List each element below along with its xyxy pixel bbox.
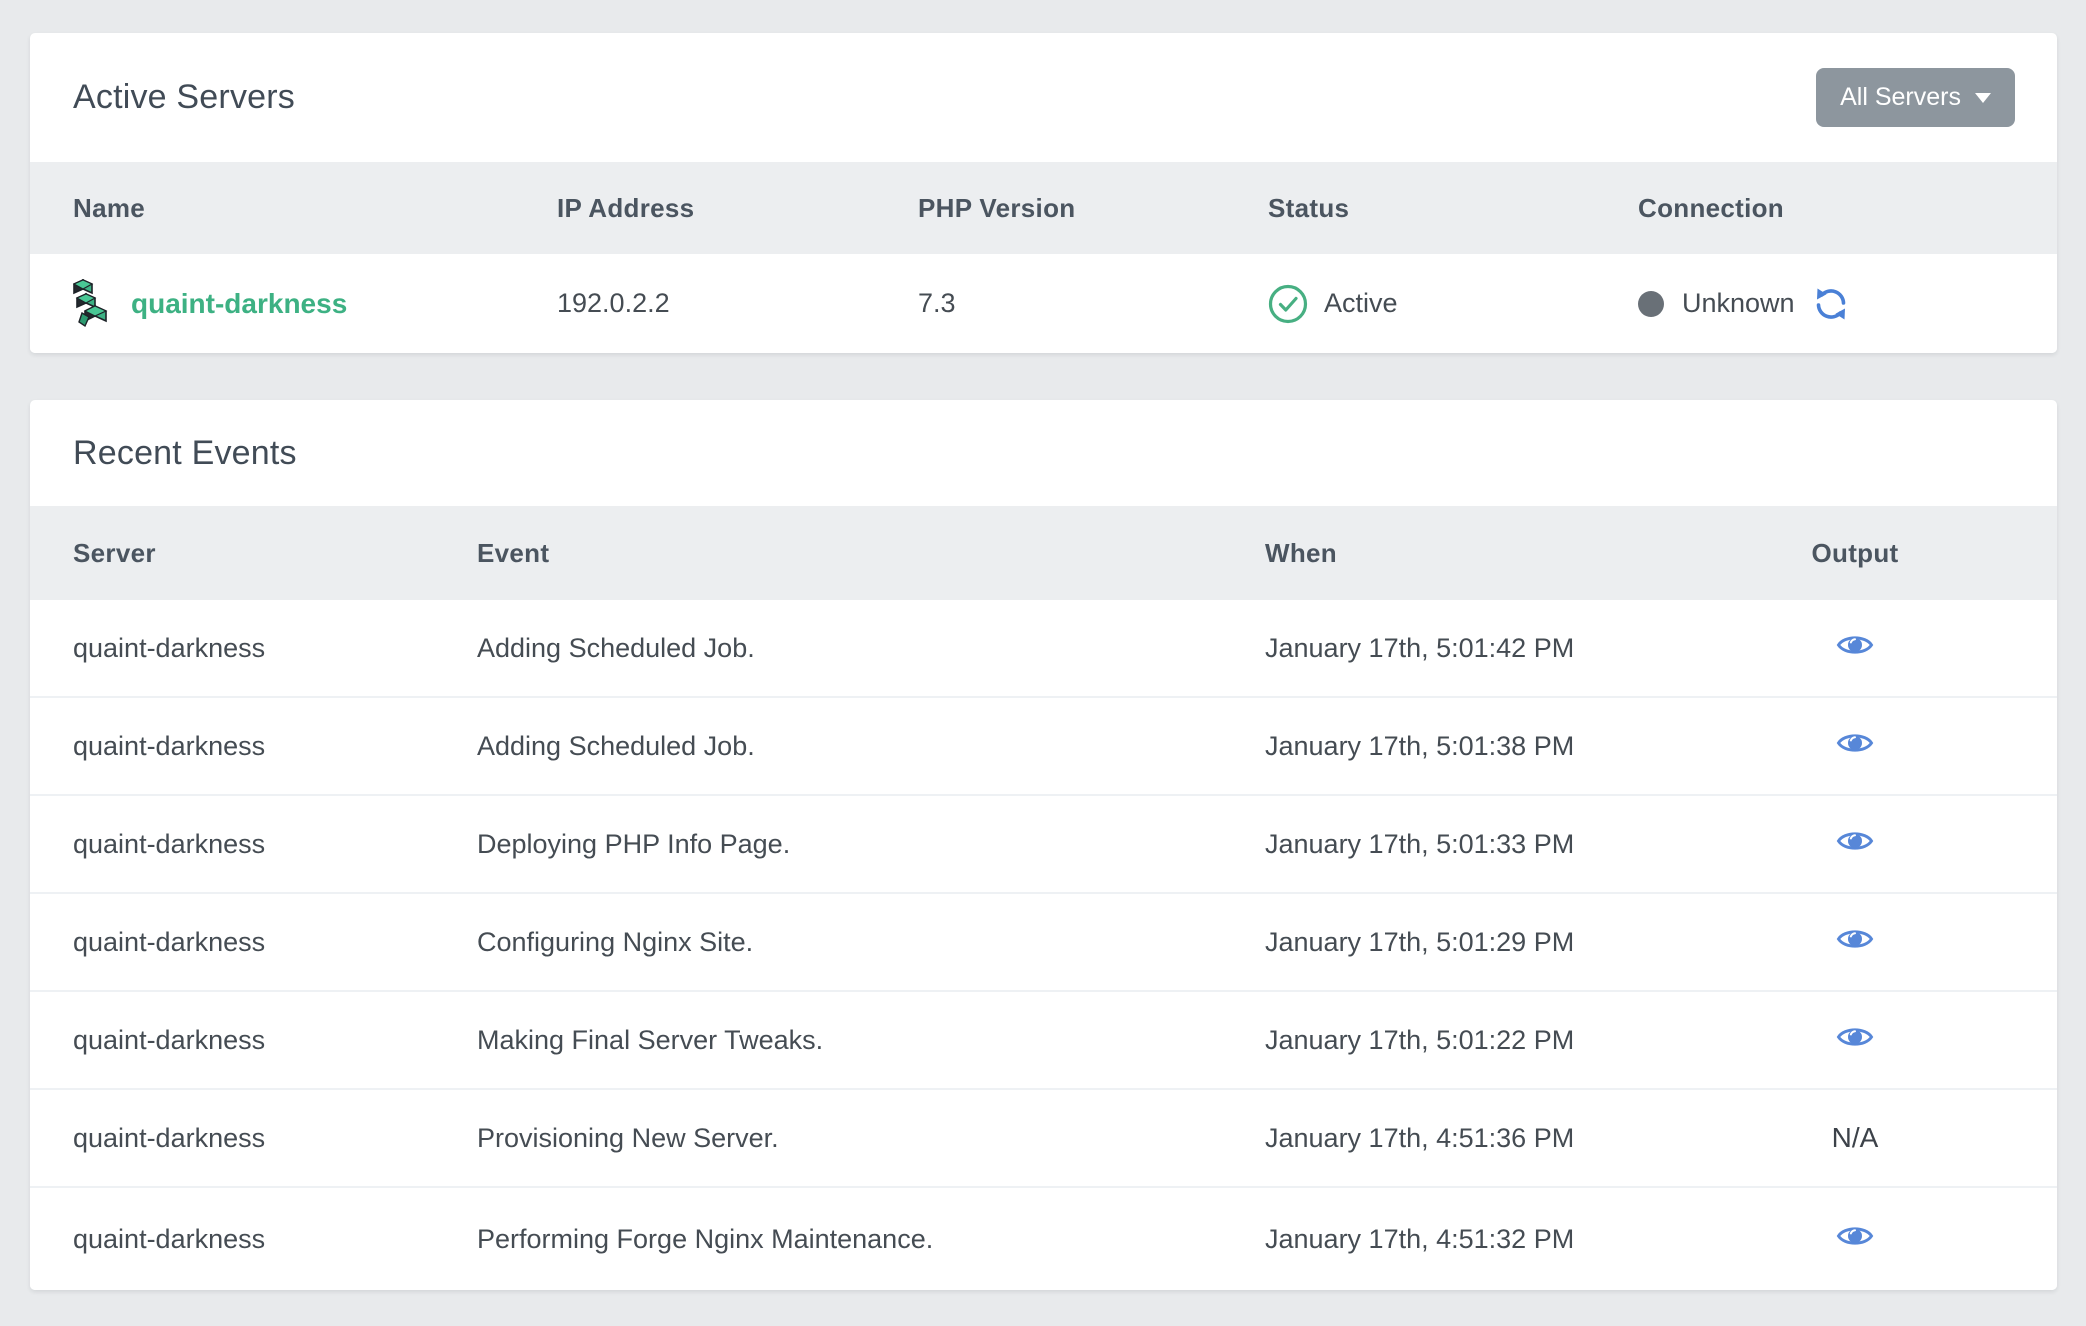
event-server: quaint-darkness (73, 731, 477, 762)
server-status-label: Active (1324, 288, 1398, 319)
active-servers-table-header: Name IP Address PHP Version Status Conne… (30, 162, 2057, 254)
recent-events-title: Recent Events (73, 434, 297, 473)
event-server: quaint-darkness (73, 1224, 477, 1255)
table-row: quaint-darkness Provisioning New Server.… (30, 1090, 2057, 1188)
view-output-button[interactable] (1836, 827, 1874, 855)
event-description: Making Final Server Tweaks. (477, 1025, 1265, 1056)
server-row: quaint-darkness 192.0.2.2 7.3 Active Unk… (30, 254, 2057, 353)
active-servers-title: Active Servers (73, 78, 295, 117)
event-when: January 17th, 5:01:42 PM (1265, 633, 1780, 664)
view-output-button[interactable] (1836, 925, 1874, 953)
active-servers-header: Active Servers All Servers (30, 33, 2057, 162)
view-output-button[interactable] (1836, 1023, 1874, 1051)
event-description: Performing Forge Nginx Maintenance. (477, 1224, 1265, 1255)
event-description: Configuring Nginx Site. (477, 927, 1265, 958)
server-connection-label: Unknown (1682, 288, 1795, 319)
recent-events-card: Recent Events Server Event When Output q… (30, 400, 2057, 1290)
event-description: Adding Scheduled Job. (477, 633, 1265, 664)
event-server: quaint-darkness (73, 829, 477, 860)
view-output-button[interactable] (1836, 729, 1874, 757)
recent-events-table-header: Server Event When Output (30, 506, 2057, 600)
all-servers-dropdown-label: All Servers (1840, 83, 1961, 112)
eye-icon (1836, 827, 1874, 855)
event-when: January 17th, 4:51:32 PM (1265, 1224, 1780, 1255)
view-output-button[interactable] (1836, 1222, 1874, 1250)
event-description: Adding Scheduled Job. (477, 731, 1265, 762)
gray-dot-icon (1638, 291, 1664, 317)
table-row: quaint-darkness Making Final Server Twea… (30, 992, 2057, 1090)
output-na-label: N/A (1832, 1122, 1879, 1153)
column-header-server: Server (73, 538, 477, 569)
eye-icon (1836, 1023, 1874, 1051)
refresh-icon (1813, 286, 1849, 322)
event-description: Provisioning New Server. (477, 1123, 1265, 1154)
table-row: quaint-darkness Performing Forge Nginx M… (30, 1188, 2057, 1290)
server-php-version: 7.3 (918, 288, 1268, 319)
event-when: January 17th, 4:51:36 PM (1265, 1123, 1780, 1154)
column-header-ip: IP Address (557, 193, 918, 224)
table-row: quaint-darkness Configuring Nginx Site. … (30, 894, 2057, 992)
column-header-status: Status (1268, 193, 1638, 224)
event-when: January 17th, 5:01:38 PM (1265, 731, 1780, 762)
column-header-output: Output (1780, 538, 1930, 569)
column-header-when: When (1265, 538, 1780, 569)
event-server: quaint-darkness (73, 633, 477, 664)
table-row: quaint-darkness Deploying PHP Info Page.… (30, 796, 2057, 894)
event-description: Deploying PHP Info Page. (477, 829, 1265, 860)
table-row: quaint-darkness Adding Scheduled Job. Ja… (30, 698, 2057, 796)
active-servers-card: Active Servers All Servers Name IP Addre… (30, 33, 2057, 353)
event-when: January 17th, 5:01:33 PM (1265, 829, 1780, 860)
check-circle-icon (1268, 284, 1308, 324)
column-header-event: Event (477, 538, 1265, 569)
eye-icon (1836, 1222, 1874, 1250)
eye-icon (1836, 729, 1874, 757)
column-header-connection: Connection (1638, 193, 2057, 224)
table-row: quaint-darkness Adding Scheduled Job. Ja… (30, 600, 2057, 698)
server-ip: 192.0.2.2 (557, 288, 918, 319)
all-servers-dropdown-button[interactable]: All Servers (1816, 68, 2015, 127)
view-output-button[interactable] (1836, 631, 1874, 659)
column-header-php: PHP Version (918, 193, 1268, 224)
event-when: January 17th, 5:01:29 PM (1265, 927, 1780, 958)
server-cubes-icon (73, 279, 109, 329)
column-header-name: Name (73, 193, 557, 224)
server-name-link[interactable]: quaint-darkness (131, 288, 347, 320)
refresh-connection-button[interactable] (1813, 286, 1849, 322)
event-server: quaint-darkness (73, 927, 477, 958)
caret-down-icon (1975, 93, 1991, 103)
event-when: January 17th, 5:01:22 PM (1265, 1025, 1780, 1056)
event-server: quaint-darkness (73, 1123, 477, 1154)
eye-icon (1836, 925, 1874, 953)
event-server: quaint-darkness (73, 1025, 477, 1056)
eye-icon (1836, 631, 1874, 659)
